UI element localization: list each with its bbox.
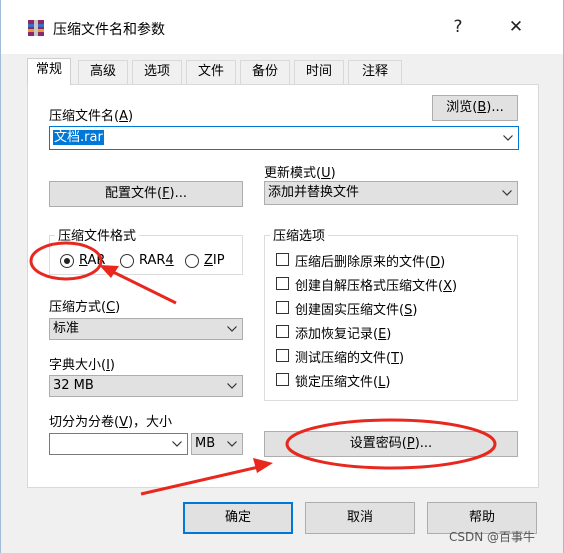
profiles-button[interactable]: 配置文件(F)... <box>49 181 243 207</box>
tab-general[interactable]: 常规 <box>27 58 71 85</box>
test-archived-files-checkbox[interactable] <box>276 349 289 362</box>
split-size-input[interactable] <box>49 433 188 455</box>
archiving-options-title: 压缩选项 <box>270 225 329 244</box>
create-solid-checkbox[interactable] <box>276 301 289 314</box>
chevron-down-icon <box>226 319 238 339</box>
lock-archive-label[interactable]: 锁定压缩文件(L) <box>295 371 390 390</box>
ok-button[interactable]: 确定 <box>183 502 293 534</box>
cancel-button[interactable]: 取消 <box>305 502 415 534</box>
close-icon: ✕ <box>508 17 524 37</box>
format-rar-radio[interactable] <box>60 254 74 268</box>
browse-button[interactable]: 浏览(B)... <box>432 95 518 121</box>
test-archived-files-label[interactable]: 测试压缩的文件(T) <box>295 347 404 366</box>
help-title-button[interactable]: ? <box>443 14 473 40</box>
add-recovery-record-checkbox[interactable] <box>276 325 289 338</box>
tab-files[interactable]: 文件 <box>186 60 236 84</box>
compression-method-label: 压缩方式(C) <box>49 300 121 315</box>
chevron-down-icon[interactable] <box>502 127 514 149</box>
archive-format-title: 压缩文件格式 <box>55 225 140 244</box>
chevron-down-icon <box>226 376 238 396</box>
dialog-window: 压缩文件名和参数 ? ✕ 常规 高级 选项 文件 备份 时间 注释 压缩文件名(… <box>0 0 564 553</box>
format-zip-radio[interactable] <box>185 254 199 268</box>
split-unit-select[interactable]: MB <box>191 433 243 455</box>
tab-backup[interactable]: 备份 <box>240 60 290 84</box>
set-password-button[interactable]: 设置密码(P)... <box>264 431 518 457</box>
window-title: 压缩文件名和参数 <box>53 22 165 38</box>
watermark: CSDN @百事牛 <box>449 530 536 544</box>
chevron-down-icon <box>501 182 513 204</box>
delete-after-archiving-label[interactable]: 压缩后删除原来的文件(D) <box>295 251 445 270</box>
split-volumes-label: 切分为分卷(V)，大小 <box>49 415 173 430</box>
update-mode-label: 更新模式(U) <box>264 166 336 181</box>
chevron-down-icon <box>171 434 183 454</box>
chevron-down-icon <box>226 434 238 454</box>
tab-options[interactable]: 选项 <box>132 60 182 84</box>
tab-comment[interactable]: 注释 <box>348 60 402 84</box>
question-icon: ? <box>453 17 463 37</box>
winrar-app-icon <box>28 20 44 36</box>
format-zip-label[interactable]: ZIP <box>204 253 225 268</box>
add-recovery-record-label[interactable]: 添加恢复记录(E) <box>295 323 391 342</box>
dictionary-size-select[interactable]: 32 MB <box>49 375 243 397</box>
archive-name-label: 压缩文件名(A) <box>49 109 134 124</box>
title-bar[interactable]: 压缩文件名和参数 ? ✕ <box>1 0 563 54</box>
format-rar4-radio[interactable] <box>120 254 134 268</box>
close-title-button[interactable]: ✕ <box>501 14 531 40</box>
delete-after-archiving-checkbox[interactable] <box>276 253 289 266</box>
dictionary-size-label: 字典大小(I) <box>49 358 115 373</box>
create-sfx-checkbox[interactable] <box>276 277 289 290</box>
lock-archive-checkbox[interactable] <box>276 373 289 386</box>
update-mode-select[interactable]: 添加并替换文件 <box>264 181 518 205</box>
create-solid-label[interactable]: 创建固实压缩文件(S) <box>295 299 417 318</box>
compression-method-select[interactable]: 标准 <box>49 318 243 340</box>
general-tab-panel: 压缩文件名(A) 浏览(B)... 文档.rar 配置文件(F)... 更新模式… <box>27 84 539 488</box>
archive-name-value: 文档.rar <box>53 130 104 145</box>
archive-name-input[interactable]: 文档.rar <box>49 126 519 150</box>
tab-advanced[interactable]: 高级 <box>78 60 128 84</box>
tab-time[interactable]: 时间 <box>294 60 344 84</box>
format-rar-label[interactable]: RAR <box>79 253 105 268</box>
create-sfx-label[interactable]: 创建自解压格式压缩文件(X) <box>295 275 457 294</box>
format-rar4-label[interactable]: RAR4 <box>139 253 174 268</box>
